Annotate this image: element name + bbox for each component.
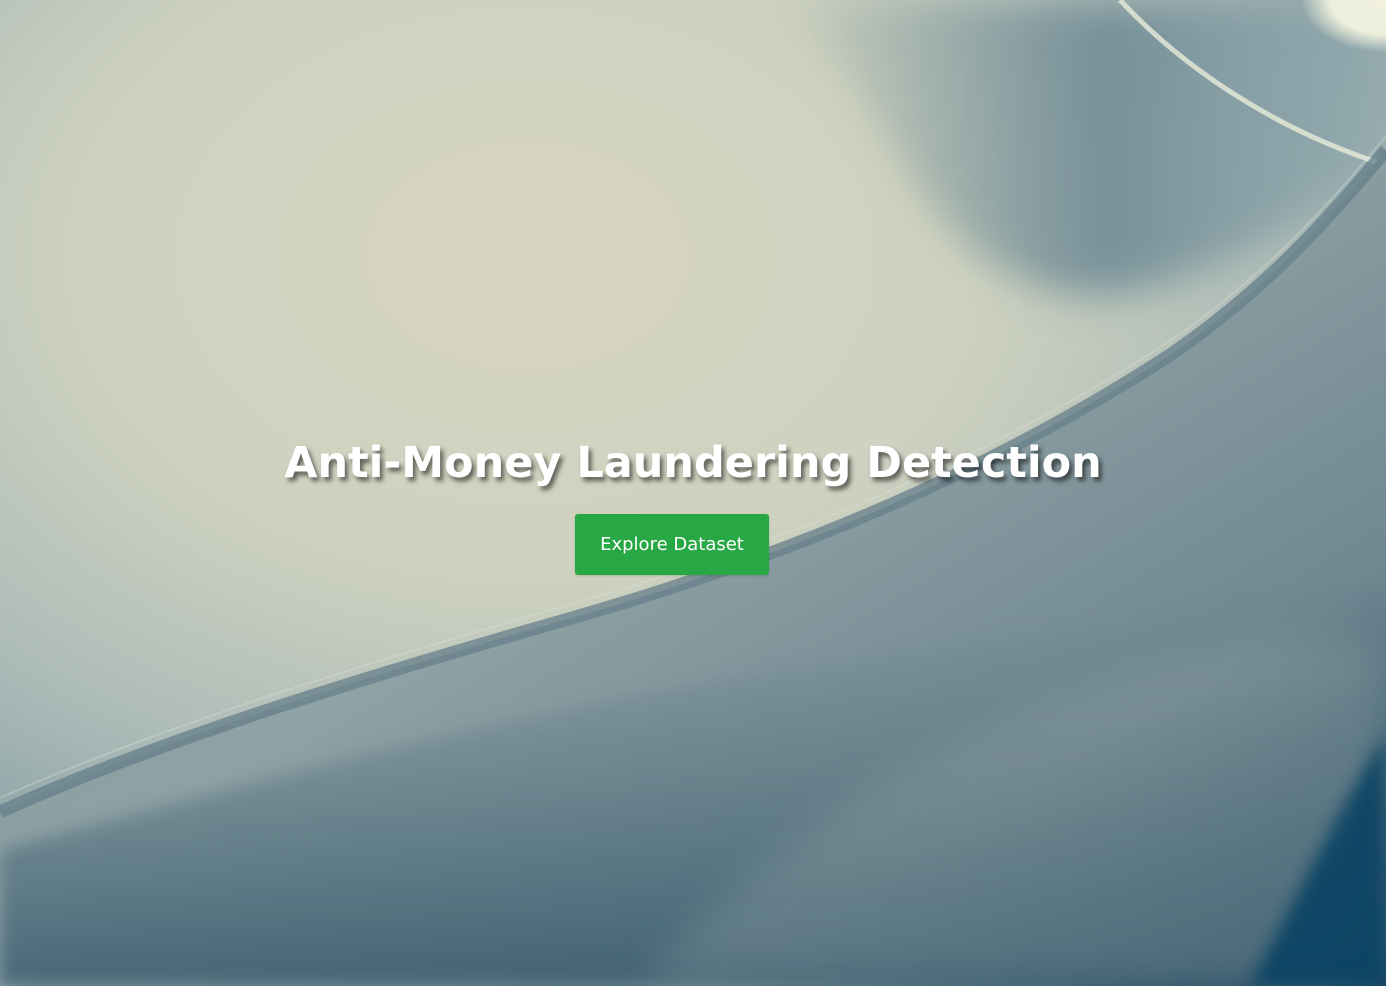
explore-dataset-button[interactable]: Explore Dataset: [575, 514, 769, 575]
hero-content: Anti-Money Laundering Detection Explore …: [0, 0, 1386, 986]
page-title: Anti-Money Laundering Detection: [284, 438, 1102, 488]
hero-section: Anti-Money Laundering Detection Explore …: [0, 0, 1386, 986]
